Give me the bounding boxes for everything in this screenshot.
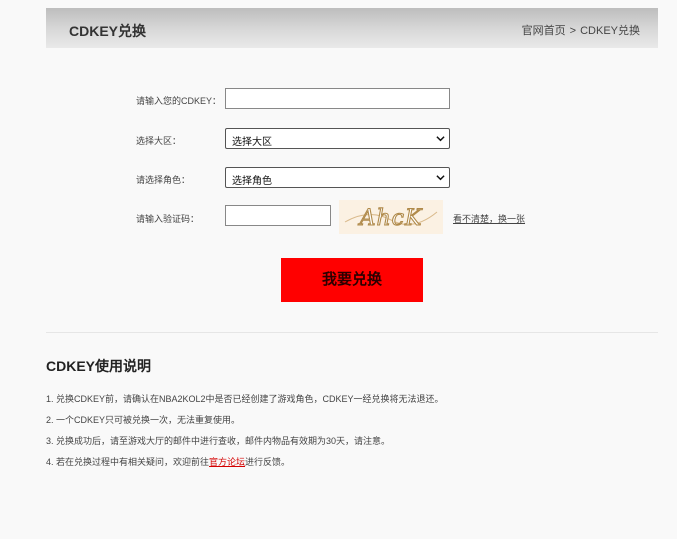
breadcrumb-current: CDKEY兑换 xyxy=(580,25,640,37)
captcha-input[interactable] xyxy=(225,205,331,226)
server-select[interactable]: 选择大区 xyxy=(225,128,450,149)
role-select[interactable]: 选择角色 xyxy=(225,167,450,188)
help-note-4: 4. 若在兑换过程中有相关疑问，欢迎前往官方论坛进行反馈。 xyxy=(46,455,290,468)
role-label: 请选择角色： xyxy=(136,175,191,185)
captcha-text: AhcK xyxy=(358,206,423,231)
divider xyxy=(46,332,658,333)
redeem-button[interactable]: 我要兑换 xyxy=(281,258,423,302)
help-note-2: 2. 一个CDKEY只可被兑换一次，无法重复使用。 xyxy=(46,415,241,425)
server-select-value: 选择大区 xyxy=(232,137,272,148)
page-title: CDKEY兑换 xyxy=(69,23,147,39)
cdkey-row: 请输入您的CDKEY： xyxy=(0,88,677,112)
refresh-captcha-link[interactable]: 看不清楚，换一张 xyxy=(453,212,525,225)
help-note-4-prefix: 4. 若在兑换过程中有相关疑问，欢迎前往 xyxy=(46,457,210,467)
help-title: CDKEY使用说明 xyxy=(46,358,152,374)
breadcrumb: 官网首页 > CDKEY兑换 xyxy=(522,22,640,38)
cdkey-input[interactable] xyxy=(225,88,450,109)
help-note-4-suffix: 进行反馈。 xyxy=(245,457,291,467)
official-forum-link[interactable]: 官方论坛 xyxy=(209,457,245,467)
page-header: CDKEY兑换 官网首页 > CDKEY兑换 xyxy=(46,8,658,48)
captcha-image[interactable]: AhcK xyxy=(339,200,443,234)
role-row: 请选择角色： 选择角色 xyxy=(0,167,677,191)
help-note-3: 3. 兑换成功后，请至游戏大厅的邮件中进行查收，邮件内物品有效期为30天，请注意… xyxy=(46,436,391,446)
captcha-label: 请输入验证码： xyxy=(136,214,200,224)
chevron-down-icon xyxy=(436,175,445,181)
cdkey-label: 请输入您的CDKEY： xyxy=(136,96,222,106)
server-label: 选择大区： xyxy=(136,136,182,146)
chevron-down-icon xyxy=(436,136,445,142)
role-select-value: 选择角色 xyxy=(232,176,272,187)
breadcrumb-home-link[interactable]: 官网首页 xyxy=(522,25,566,37)
help-note-1: 1. 兑换CDKEY前，请确认在NBA2KOL2中是否已经创建了游戏角色，CDK… xyxy=(46,394,444,404)
server-row: 选择大区： 选择大区 xyxy=(0,128,677,152)
captcha-graphic: AhcK xyxy=(344,205,438,232)
breadcrumb-separator: > xyxy=(569,25,577,37)
captcha-row: 请输入验证码： AhcK 看不清楚，换一张 xyxy=(0,200,677,234)
